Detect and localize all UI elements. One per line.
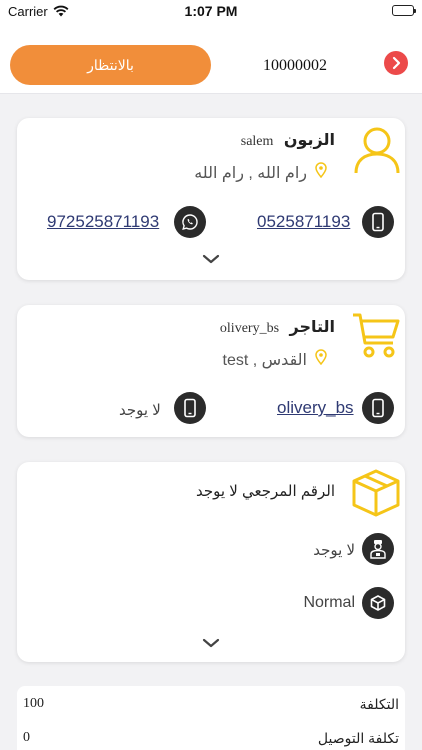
whatsapp-icon[interactable] [174, 206, 206, 238]
customer-whatsapp-link[interactable]: 972525871193 [47, 212, 159, 232]
delivery-cost-value: 0 [23, 730, 30, 745]
cost-value: 100 [23, 696, 44, 711]
merchant-phone-link[interactable]: olivery_bs [277, 398, 354, 418]
customer-name: salem [240, 134, 274, 149]
merchant-title: التاجر olivery_bs [220, 317, 335, 337]
merchant-name: olivery_bs [219, 321, 280, 336]
customer-card: الزبون salem رام الله , رام الله 9725258… [17, 118, 405, 280]
chevron-down-icon[interactable] [202, 252, 220, 270]
phone-icon[interactable] [362, 206, 394, 238]
customer-title: الزبون salem [241, 130, 335, 150]
package-icon [362, 587, 394, 619]
clock: 1:07 PM [184, 3, 238, 19]
customer-phone-link[interactable]: 0525871193 [257, 212, 350, 232]
chevron-down-icon[interactable] [202, 636, 220, 654]
order-number: 10000002 [263, 57, 327, 74]
phone-icon[interactable] [362, 392, 394, 424]
customer-location: رام الله , رام الله [194, 162, 327, 183]
box-icon [351, 468, 401, 523]
reference-text: الرقم المرجعي لا يوجد [196, 483, 335, 500]
person-icon [353, 124, 401, 179]
status-bar: Carrier 1:07 PM [0, 0, 422, 22]
merchant-label: التاجر [289, 319, 335, 336]
driver-icon [362, 533, 394, 565]
merchant-phone2: لا يوجد [119, 402, 161, 419]
location-pin-icon [315, 349, 327, 370]
customer-label: الزبون [283, 132, 335, 149]
reference-number: الرقم المرجعي لا يوجد [196, 482, 335, 501]
cost-label: التكلفة [359, 696, 399, 712]
location-pin-icon [315, 162, 327, 183]
merchant-location-text: القدس , test [222, 351, 307, 369]
merchant-location: القدس , test [223, 349, 327, 370]
cart-icon [351, 311, 401, 364]
delivery-cost-label: تكلفة التوصيل [317, 730, 399, 746]
battery-icon [392, 5, 416, 16]
phone-icon[interactable] [174, 392, 206, 424]
package-type-value: Normal [303, 594, 355, 611]
order-details-card: الرقم المرجعي لا يوجد لا يوجد Normal [17, 462, 405, 662]
order-header: بالانتظار 10000002 [0, 22, 422, 94]
totals-panel: التكلفة 100 تكلفة التوصيل 0 [17, 686, 405, 750]
chevron-right-icon[interactable] [384, 51, 408, 75]
order-status-button[interactable]: بالانتظار [10, 45, 211, 85]
driver-value: لا يوجد [313, 542, 355, 559]
merchant-card: التاجر olivery_bs القدس , test لا يوجد o… [17, 305, 405, 437]
customer-location-text: رام الله , رام الله [194, 164, 307, 182]
